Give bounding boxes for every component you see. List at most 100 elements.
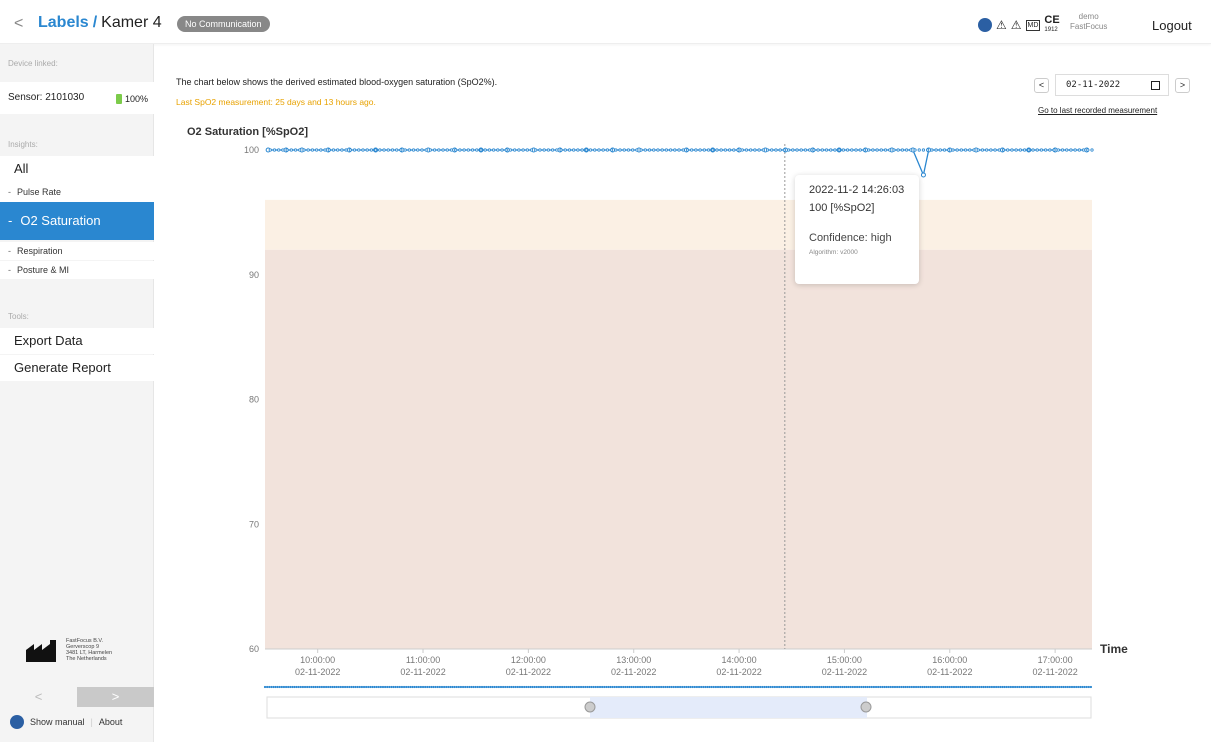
navigator-point bbox=[1039, 685, 1042, 689]
navigator-point bbox=[706, 685, 709, 689]
navigator-point bbox=[390, 685, 393, 689]
data-point-dense bbox=[816, 148, 820, 152]
navigator-point bbox=[563, 685, 566, 689]
navigator-point bbox=[282, 685, 286, 689]
data-point-dense bbox=[647, 148, 652, 152]
data-point-dense bbox=[1077, 148, 1081, 152]
data-point-dense bbox=[374, 148, 378, 152]
y-tick-label: 90 bbox=[249, 270, 259, 280]
navigator-point bbox=[784, 685, 787, 689]
navigator-point bbox=[428, 685, 431, 689]
navigator-point bbox=[950, 685, 953, 689]
navigator-point bbox=[419, 685, 423, 689]
data-point-dense bbox=[808, 148, 812, 152]
navigator-point bbox=[908, 685, 911, 689]
data-point-dense bbox=[938, 148, 942, 152]
data-point-dense bbox=[761, 148, 765, 152]
navigator-point bbox=[270, 685, 273, 689]
data-point-dense bbox=[1022, 148, 1027, 152]
navigator-point bbox=[748, 685, 751, 689]
navigator-point bbox=[495, 685, 498, 689]
navigator-point bbox=[832, 685, 835, 689]
navigator-point bbox=[520, 685, 524, 689]
o2-saturation-chart[interactable]: 100 90 80 70 60 10:00:00 02-11-2022 11:00:00 02-… bbox=[0, 0, 1211, 742]
navigator-point bbox=[303, 685, 307, 689]
navigator-point bbox=[263, 685, 267, 689]
navigator-point bbox=[405, 685, 408, 689]
data-point-dense bbox=[1031, 148, 1035, 152]
x-tick-label: 12:00:00 bbox=[511, 655, 546, 665]
data-point-dense bbox=[829, 148, 833, 152]
navigator-point bbox=[335, 685, 338, 689]
navigator-point bbox=[293, 685, 296, 689]
navigator-point bbox=[584, 685, 587, 689]
navigator-point bbox=[731, 685, 734, 689]
data-point-dense bbox=[538, 148, 542, 152]
data-point-dense bbox=[909, 148, 913, 152]
navigator-point bbox=[828, 685, 831, 689]
navigator-point bbox=[799, 685, 802, 689]
navigator-point bbox=[506, 685, 509, 689]
x-tick-label: 10:00:00 bbox=[300, 655, 335, 665]
data-point-dense bbox=[428, 148, 432, 152]
navigator-point bbox=[845, 685, 848, 689]
navigator-point bbox=[508, 685, 511, 689]
navigator-point bbox=[278, 685, 281, 689]
data-point-dense bbox=[681, 148, 685, 152]
navigator-point bbox=[879, 685, 882, 689]
data-point-dense bbox=[1086, 148, 1090, 152]
navigator-point bbox=[877, 685, 880, 689]
navigator-point bbox=[649, 685, 652, 689]
navigator-point bbox=[588, 685, 591, 689]
data-point-dense bbox=[824, 148, 829, 152]
navigator-point bbox=[830, 685, 833, 689]
navigator-point bbox=[491, 685, 494, 689]
navigator-point bbox=[523, 685, 526, 689]
data-point-dense bbox=[631, 148, 635, 152]
data-point-dense bbox=[315, 148, 319, 152]
data-point-dense bbox=[867, 148, 871, 152]
navigator-point bbox=[556, 685, 559, 689]
data-point-dense bbox=[740, 148, 744, 152]
navigator-point bbox=[1024, 685, 1027, 689]
data-tooltip: 2022-11-2 14:26:03 100 [%SpO2] Confidenc… bbox=[795, 175, 919, 284]
navigator-point bbox=[653, 685, 656, 689]
data-point-dense bbox=[466, 148, 470, 152]
navigator-point bbox=[518, 685, 522, 689]
navigator-point bbox=[320, 685, 323, 689]
navigator-point bbox=[860, 685, 863, 689]
data-point-dense bbox=[390, 148, 395, 152]
navigator-point bbox=[1085, 685, 1088, 689]
navigator-point bbox=[582, 685, 585, 689]
navigator-point bbox=[276, 685, 279, 689]
navigator-point bbox=[442, 685, 446, 689]
data-point-dense bbox=[327, 148, 331, 152]
data-point-dense bbox=[698, 148, 702, 152]
navigator-point bbox=[386, 685, 389, 689]
navigator-point bbox=[687, 685, 690, 689]
data-point-dense bbox=[306, 148, 310, 152]
navigator-point bbox=[542, 685, 545, 689]
data-point-dense bbox=[896, 148, 900, 152]
data-point-dense bbox=[1081, 148, 1086, 152]
navigator-point bbox=[291, 685, 294, 689]
navigator-point bbox=[472, 685, 475, 689]
navigator-selection bbox=[590, 697, 867, 718]
navigator-point bbox=[721, 685, 724, 689]
data-point-dense bbox=[656, 148, 660, 152]
navigator-point bbox=[733, 685, 736, 689]
navigator-point bbox=[1011, 685, 1015, 689]
navigator-point bbox=[1054, 685, 1057, 689]
navigator-point bbox=[341, 685, 345, 689]
data-point-dense bbox=[458, 148, 462, 152]
navigator-point bbox=[824, 685, 827, 689]
navigator-point bbox=[558, 685, 562, 689]
navigator-point bbox=[976, 685, 979, 689]
navigator-point bbox=[445, 685, 448, 689]
navigator-point bbox=[896, 685, 899, 689]
navigator-point bbox=[310, 685, 313, 689]
x-tick-label: 14:00:00 bbox=[722, 655, 757, 665]
navigator-point bbox=[1026, 685, 1029, 689]
data-point-dense bbox=[1044, 148, 1048, 152]
navigator-point bbox=[668, 685, 671, 689]
